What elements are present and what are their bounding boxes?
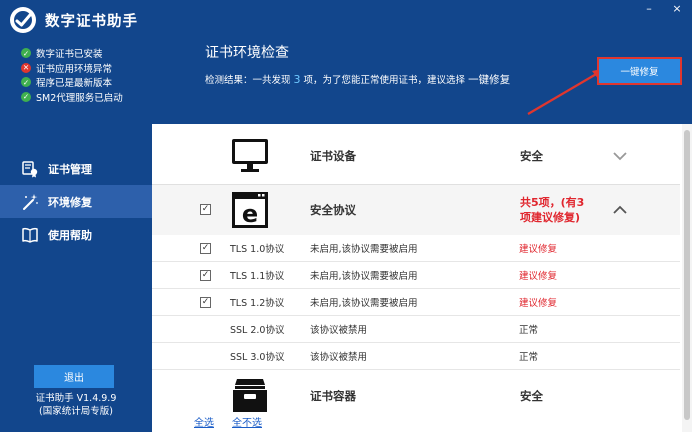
select-none-link[interactable]: 全不选 [232, 414, 262, 429]
check-circle-icon: ✓ [21, 77, 31, 88]
protocol-row: ✓ TLS 1.2协议 未启用,该协议需要被启用 建议修复 [152, 289, 680, 316]
status-item-sm2-service: ✓ SM2代理服务已启动 [21, 90, 123, 105]
protocol-desc: 未启用,该协议需要被启用 [310, 244, 418, 255]
version-info: 证书助手 V1.4.9.9 (国家统计局专版) [0, 392, 152, 418]
protocol-status: 正常 [519, 325, 539, 336]
protocol-row-checkbox[interactable]: ✓ [200, 269, 211, 281]
status-item-cert-installed: ✓ 数字证书已安装 [21, 46, 123, 61]
app-title: 数字证书助手 [45, 13, 138, 30]
protocol-desc: 该协议被禁用 [310, 352, 368, 363]
nav-item-env-repair[interactable]: 环境修复 [0, 185, 152, 218]
check-circle-icon: ✓ [21, 48, 31, 59]
category-status-line2: 项建议修复) [520, 211, 581, 224]
nav-label: 使用帮助 [48, 228, 92, 242]
protocol-row: ✓ TLS 1.0协议 未启用,该协议需要被启用 建议修复 [152, 235, 680, 262]
category-status: 共5项，(有3 项建议修复) [520, 195, 584, 225]
protocol-status: 建议修复 [519, 298, 558, 309]
sidebar-nav: 证书管理 环境修复 使用帮助 [0, 152, 152, 251]
protocol-desc: 未启用,该协议需要被启用 [310, 298, 418, 309]
header: – × 证书环境检查 检测结果：一共发现 3 项，为了您能正常使用证书，建议选择… [152, 0, 692, 124]
version-label: 证书助手 V1.4.9.9 [35, 393, 117, 404]
protocol-name: TLS 1.1协议 [230, 271, 285, 282]
logo-icon [10, 7, 36, 33]
protocol-name: SSL 3.0协议 [230, 352, 285, 363]
scrollbar[interactable] [682, 124, 692, 432]
protocol-status: 建议修复 [519, 271, 558, 282]
protocol-row: SSL 2.0协议 该协议被禁用 正常 [152, 316, 680, 343]
browser-e-icon: e [232, 192, 268, 228]
exit-button[interactable]: 退出 [34, 365, 114, 388]
monitor-icon [232, 139, 268, 172]
category-name: 证书设备 [310, 149, 356, 163]
category-row-protocol[interactable]: ✓ e 安全协议 共5项，(有3 项建议修复) [152, 185, 680, 235]
check-list: 证书设备 安全 ✓ e 安全协议 共5项，(有3 项建议修复) ✓ TLS 1.… [152, 124, 692, 432]
nav-label: 证书管理 [48, 162, 92, 176]
nav-label: 环境修复 [48, 195, 92, 209]
category-name: 证书容器 [310, 389, 356, 403]
chevron-up-icon[interactable] [613, 205, 627, 215]
status-item-env-error: ✕ 证书应用环境异常 [21, 61, 123, 76]
app-logo: 数字证书助手 [8, 5, 148, 35]
protocol-desc: 该协议被禁用 [310, 325, 368, 336]
select-all-link[interactable]: 全选 [194, 414, 214, 429]
status-label: 证书应用环境异常 [36, 63, 113, 75]
check-result: 检测结果：一共发现 3 项，为了您能正常使用证书，建议选择 一键修复 [205, 72, 510, 87]
status-label: SM2代理服务已启动 [36, 92, 123, 104]
check-circle-icon: ✓ [21, 91, 31, 102]
page-title: 证书环境检查 [205, 45, 289, 61]
close-button[interactable]: × [670, 2, 684, 16]
edition-label: (国家统计局专版) [39, 406, 113, 417]
nav-item-cert-manage[interactable]: 证书管理 [0, 152, 152, 185]
certificate-icon [22, 160, 38, 177]
protocol-name: SSL 2.0协议 [230, 325, 285, 336]
protocol-row: SSL 3.0协议 该协议被禁用 正常 [152, 343, 680, 370]
fix-all-button[interactable]: 一键修复 [597, 57, 682, 85]
sidebar: 数字证书助手 ✓ 数字证书已安装 ✕ 证书应用环境异常 ✓ 程序已是最新版本 ✓… [0, 0, 152, 432]
category-name: 安全协议 [310, 203, 356, 217]
chevron-down-icon[interactable] [613, 151, 627, 161]
status-list: ✓ 数字证书已安装 ✕ 证书应用环境异常 ✓ 程序已是最新版本 ✓ SM2代理服… [21, 46, 123, 104]
scrollbar-thumb[interactable] [684, 130, 690, 420]
category-row-device[interactable]: 证书设备 安全 [152, 128, 680, 184]
protocol-desc: 未启用,该协议需要被启用 [310, 271, 418, 282]
book-icon [22, 227, 38, 243]
protocol-row-checkbox[interactable]: ✓ [200, 296, 211, 308]
result-prefix: 检测结果：一共发现 [205, 75, 294, 86]
svg-text:e: e [242, 200, 258, 228]
protocol-status: 建议修复 [519, 244, 558, 255]
category-status-line1: 共5项，(有3 [520, 196, 585, 209]
protocol-checkbox[interactable]: ✓ [200, 204, 211, 215]
protocol-status: 正常 [519, 352, 539, 363]
category-status: 安全 [520, 149, 543, 163]
protocol-row-checkbox[interactable]: ✓ [200, 242, 211, 254]
protocol-row: ✓ TLS 1.1协议 未启用,该协议需要被启用 建议修复 [152, 262, 680, 289]
minimize-button[interactable]: – [642, 2, 656, 16]
status-item-latest-version: ✓ 程序已是最新版本 [21, 75, 123, 90]
result-action: 一键修复 [468, 74, 511, 86]
window-controls: – × [642, 2, 684, 16]
wand-icon [23, 193, 38, 210]
category-status: 安全 [520, 389, 543, 403]
status-label: 数字证书已安装 [36, 49, 103, 61]
result-mid: 项，为了您能正常使用证书，建议选择 [300, 75, 469, 86]
protocol-name: TLS 1.2协议 [230, 298, 285, 309]
nav-item-help[interactable]: 使用帮助 [0, 218, 152, 251]
status-label: 程序已是最新版本 [36, 78, 113, 90]
protocol-name: TLS 1.0协议 [230, 244, 285, 255]
error-circle-icon: ✕ [21, 62, 31, 73]
drawer-icon [233, 379, 267, 412]
result-count: 3 [293, 73, 301, 86]
